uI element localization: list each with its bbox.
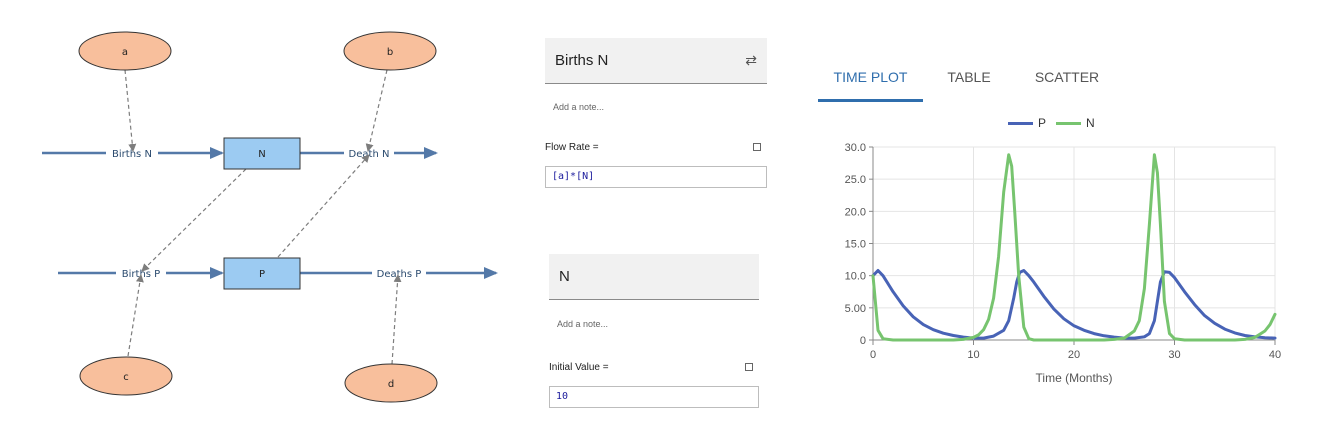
- flow-label-births-n: Births N: [112, 149, 152, 160]
- x-tick-label: 20: [1068, 349, 1080, 361]
- x-tick-label: 40: [1269, 349, 1281, 361]
- x-tick-label: 10: [967, 349, 979, 361]
- panel-header: Births N ⇄: [545, 38, 767, 84]
- reverse-flow-icon[interactable]: ⇄: [745, 52, 757, 69]
- active-tab-indicator: [818, 99, 923, 102]
- tab-scatter[interactable]: SCATTER: [1022, 54, 1112, 100]
- y-tick-label: 15.0: [845, 239, 866, 251]
- flow-rate-row: Flow Rate =: [545, 140, 767, 154]
- time-plot-chart: 0 5.00 10.0 15.0 20.0 25.0 30.0 0 10 20 30 40 Time (…: [845, 142, 1282, 385]
- link-c-to-births-p[interactable]: [127, 274, 144, 357]
- births-n-panel: Births N ⇄ Add a note... Flow Rate = [a]…: [545, 38, 767, 188]
- variable-label-d: d: [388, 379, 394, 390]
- y-tick-label: 5.00: [845, 303, 866, 315]
- panel-header: N: [549, 254, 759, 300]
- equation-field[interactable]: [a]*[N]: [545, 166, 767, 188]
- link-n-to-births-p[interactable]: [141, 168, 247, 272]
- flow-label-death-n: Death N: [349, 149, 390, 160]
- y-tick-label: 30.0: [845, 142, 866, 154]
- panel-title: Births N: [555, 52, 609, 69]
- legend-item-n[interactable]: N: [1056, 116, 1095, 130]
- n-panel: N Add a note... Initial Value = 10: [549, 254, 759, 408]
- legend-swatch-p: [1008, 121, 1033, 125]
- flow-label-deaths-p: Deaths P: [377, 269, 422, 280]
- stock-n[interactable]: N: [223, 137, 301, 170]
- flow-rate-label: Flow Rate =: [545, 141, 599, 153]
- variable-c[interactable]: c: [79, 356, 173, 396]
- chart-legend: P N: [1008, 116, 1105, 130]
- link-a-to-births-n[interactable]: [124, 69, 137, 152]
- y-tick-label: 10.0: [845, 271, 866, 283]
- link-p-to-death-n[interactable]: [277, 154, 370, 258]
- x-axis-label: Time (Months): [1036, 371, 1113, 385]
- model-diagram[interactable]: Births N Death N Births P Deaths P N P a…: [0, 0, 520, 436]
- legend-label-p: P: [1038, 116, 1047, 130]
- y-tick-label: 25.0: [845, 174, 866, 186]
- stock-label-p: P: [259, 269, 265, 280]
- legend-label-n: N: [1086, 116, 1095, 130]
- flow-death-n[interactable]: Death N: [300, 146, 438, 160]
- variable-b[interactable]: b: [343, 31, 437, 71]
- tab-table[interactable]: TABLE: [936, 54, 1002, 100]
- x-tick-label: 30: [1168, 349, 1180, 361]
- expand-icon[interactable]: [745, 363, 753, 371]
- panel-title: N: [559, 268, 570, 285]
- variable-label-b: b: [387, 47, 393, 58]
- y-tick-label: 0: [860, 335, 866, 347]
- stock-p[interactable]: P: [223, 257, 301, 290]
- expand-icon[interactable]: [753, 143, 761, 151]
- variable-label-a: a: [122, 47, 128, 58]
- initial-value-row: Initial Value =: [549, 360, 759, 374]
- legend-swatch-n: [1056, 121, 1082, 125]
- variable-d[interactable]: d: [344, 363, 438, 403]
- results-tabs: TIME PLOT TABLE SCATTER: [818, 54, 1118, 102]
- note-field[interactable]: Add a note...: [545, 102, 767, 112]
- note-field[interactable]: Add a note...: [549, 319, 759, 329]
- initial-value-field[interactable]: 10: [549, 386, 759, 408]
- y-tick-label: 20.0: [845, 206, 866, 218]
- tab-time-plot[interactable]: TIME PLOT: [818, 54, 923, 100]
- legend-item-p[interactable]: P: [1008, 116, 1046, 130]
- x-tick-label: 0: [870, 349, 876, 361]
- stock-label-n: N: [258, 149, 265, 160]
- variable-a[interactable]: a: [78, 31, 172, 71]
- flow-births-n[interactable]: Births N: [42, 146, 224, 160]
- variable-label-c: c: [123, 372, 129, 383]
- link-d-to-deaths-p[interactable]: [391, 274, 402, 365]
- initial-value-label: Initial Value =: [549, 361, 609, 373]
- link-b-to-death-n[interactable]: [365, 69, 388, 152]
